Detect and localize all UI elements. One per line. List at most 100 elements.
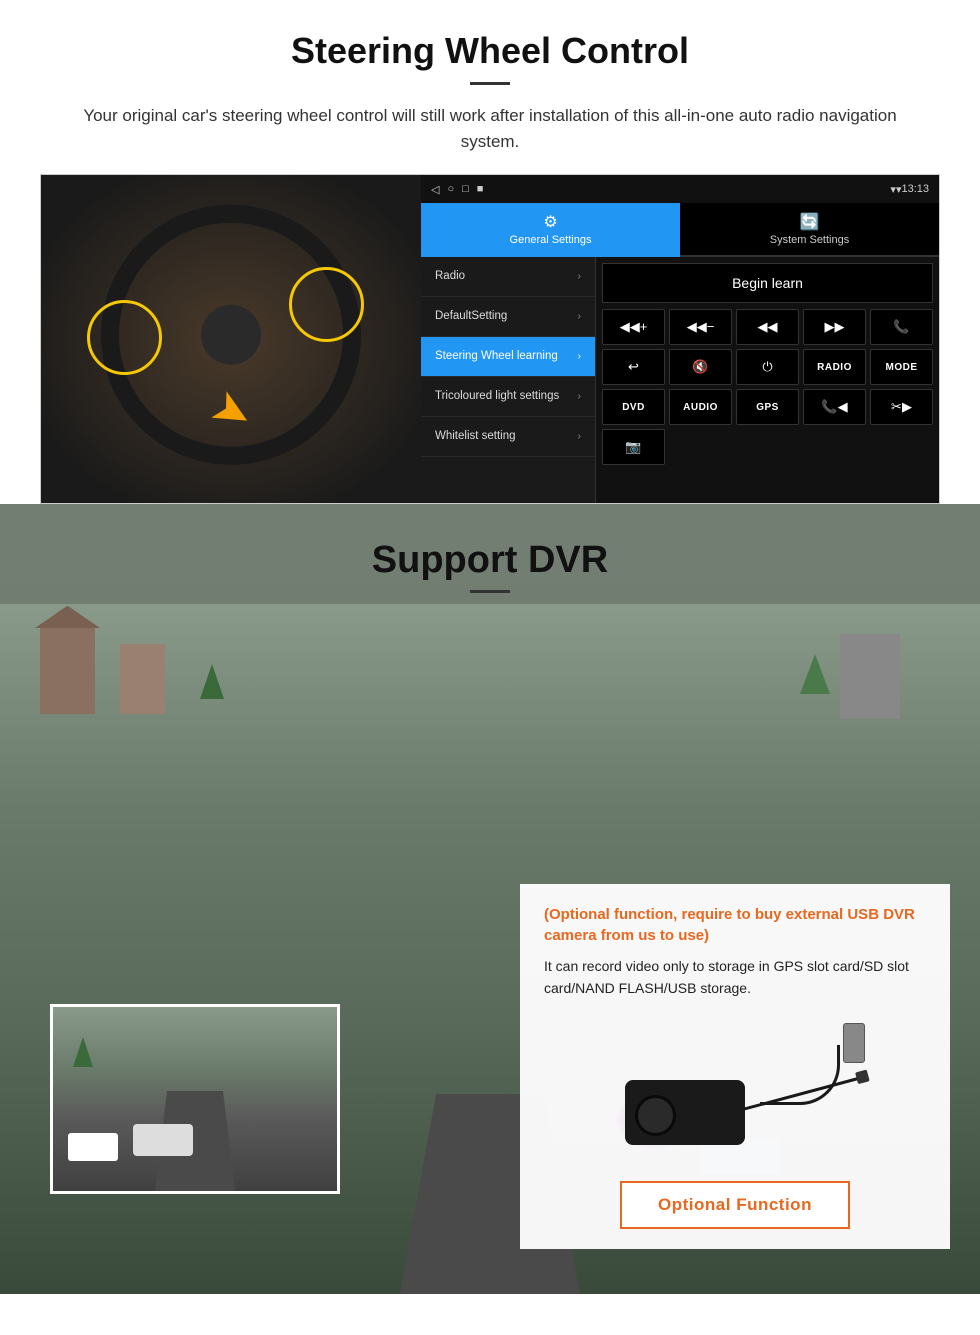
roof-1 <box>35 606 100 628</box>
tree-1 <box>200 664 224 699</box>
radio-label: RADIO <box>817 362 852 373</box>
tab-general-label: General Settings <box>510 234 592 246</box>
ctrl-audio[interactable]: AUDIO <box>669 389 732 425</box>
ctrl-phone[interactable]: 📞 <box>870 309 933 345</box>
steering-title: Steering Wheel Control <box>40 30 940 72</box>
dvr-camera-image <box>595 1015 875 1165</box>
thumb-tree <box>73 1037 93 1067</box>
menu-item-defaultsetting[interactable]: DefaultSetting › <box>421 297 595 337</box>
control-grid: ◀◀+ ◀◀− ◀◀ ▶▶ 📞 <box>602 309 933 465</box>
time-display: 13:13 <box>901 183 929 195</box>
optional-function-button[interactable]: Optional Function <box>620 1181 850 1229</box>
gear-icon: ⚙ <box>543 212 557 232</box>
dvr-description: It can record video only to storage in G… <box>544 956 926 999</box>
phone-next-icon: ✂▶ <box>891 399 912 415</box>
dvr-info-box: (Optional function, require to buy exter… <box>520 884 950 1249</box>
tree-2 <box>800 654 830 694</box>
dvr-title: Support DVR <box>0 539 980 582</box>
menu-radio-label: Radio <box>435 269 465 284</box>
scene-building-2 <box>120 644 165 714</box>
android-menu: Radio › DefaultSetting › Steering Wheel … <box>421 257 596 503</box>
phone-icon: 📞 <box>893 319 909 335</box>
tab-general-settings[interactable]: ⚙ General Settings <box>421 203 680 257</box>
ctrl-vol-up[interactable]: ◀◀+ <box>602 309 665 345</box>
cable-curve <box>760 1045 840 1105</box>
back-icon: ◁ <box>431 183 439 196</box>
tab-system-settings[interactable]: 🔄 System Settings <box>680 203 939 257</box>
dvr-section: Support DVR (Optional function, require … <box>0 504 980 1294</box>
steering-subtitle: Your original car's steering wheel contr… <box>80 103 900 154</box>
audio-label: AUDIO <box>683 402 718 413</box>
prev-icon: ◀◀ <box>758 319 778 335</box>
tab-system-label: System Settings <box>770 234 849 246</box>
menu-item-tricoloured[interactable]: Tricoloured light settings › <box>421 377 595 417</box>
mute-icon: 🔇 <box>692 359 708 375</box>
ctrl-radio[interactable]: RADIO <box>803 349 866 385</box>
vol-up-icon: ◀◀+ <box>620 319 648 335</box>
menu-tricoloured-label: Tricoloured light settings <box>435 389 559 404</box>
menu-steering-label: Steering Wheel learning <box>435 349 558 364</box>
chevron-icon-5: › <box>578 431 581 442</box>
button-highlight-right <box>289 267 364 342</box>
back-call-icon: ↩ <box>628 359 639 375</box>
android-tabs: ⚙ General Settings 🔄 System Settings <box>421 203 939 257</box>
usb-plug <box>843 1023 865 1063</box>
begin-learn-label: Begin learn <box>732 275 803 291</box>
ctrl-phone-next[interactable]: ✂▶ <box>870 389 933 425</box>
steering-bg: ➤ <box>41 175 421 504</box>
android-right-panel: Begin learn ◀◀+ ◀◀− ◀◀ ▶▶ <box>596 257 939 503</box>
menu-item-radio[interactable]: Radio › <box>421 257 595 297</box>
steering-ui-block: ➤ ◁ ○ □ ■ ▾ ▾ 13:13 ⚙ General <box>40 174 940 504</box>
ctrl-power[interactable]: ⏻ <box>736 349 799 385</box>
dvr-title-area: Support DVR <box>0 504 980 608</box>
next-icon: ▶▶ <box>825 319 845 335</box>
thumb-car-1 <box>68 1133 118 1161</box>
dvr-thumbnail <box>50 1004 340 1194</box>
ctrl-gps[interactable]: GPS <box>736 389 799 425</box>
camera-icon: 📷 <box>625 439 641 455</box>
ctrl-vol-down[interactable]: ◀◀− <box>669 309 732 345</box>
scene-building-1 <box>40 624 95 714</box>
android-panel: ◁ ○ □ ■ ▾ ▾ 13:13 ⚙ General Settings 🔄 S… <box>421 175 939 503</box>
chevron-icon-3: › <box>578 351 581 362</box>
dvr-optional-note: (Optional function, require to buy exter… <box>544 904 926 946</box>
chevron-icon: › <box>578 271 581 282</box>
button-highlight-left <box>87 300 162 375</box>
ctrl-camera[interactable]: 📷 <box>602 429 665 465</box>
menu-item-steering-learning[interactable]: Steering Wheel learning › <box>421 337 595 377</box>
dvr-thumb-scene <box>53 1007 337 1191</box>
ctrl-next[interactable]: ▶▶ <box>803 309 866 345</box>
gps-label: GPS <box>756 402 779 413</box>
recents-icon: □ <box>462 183 469 196</box>
ctrl-dvd[interactable]: DVD <box>602 389 665 425</box>
dvd-label: DVD <box>622 402 645 413</box>
home-icon: ○ <box>447 183 454 196</box>
menu-default-label: DefaultSetting <box>435 309 507 324</box>
menu-whitelist-label: Whitelist setting <box>435 429 516 444</box>
dvr-divider <box>470 590 510 593</box>
chevron-icon-2: › <box>578 311 581 322</box>
steering-section: Steering Wheel Control Your original car… <box>0 0 980 504</box>
android-statusbar: ◁ ○ □ ■ ▾ ▾ 13:13 <box>421 175 939 203</box>
menu-icon: ■ <box>477 183 484 196</box>
scene-building-3 <box>840 634 900 719</box>
ctrl-mode[interactable]: MODE <box>870 349 933 385</box>
ctrl-phone-prev[interactable]: 📞◀ <box>803 389 866 425</box>
ctrl-mute[interactable]: 🔇 <box>669 349 732 385</box>
steering-photo: ➤ <box>41 175 421 504</box>
statusbar-left-icons: ◁ ○ □ ■ <box>431 183 483 196</box>
vol-down-icon: ◀◀− <box>687 319 715 335</box>
menu-item-whitelist[interactable]: Whitelist setting › <box>421 417 595 457</box>
mode-label: MODE <box>886 362 918 373</box>
thumb-car-2 <box>133 1124 193 1156</box>
ctrl-back[interactable]: ↩ <box>602 349 665 385</box>
chevron-icon-4: › <box>578 391 581 402</box>
android-content: Radio › DefaultSetting › Steering Wheel … <box>421 257 939 503</box>
ctrl-prev[interactable]: ◀◀ <box>736 309 799 345</box>
system-icon: 🔄 <box>800 212 820 232</box>
phone-prev-icon: 📞◀ <box>821 399 847 415</box>
power-icon: ⏻ <box>762 359 772 375</box>
dvr-product-area <box>544 1015 926 1165</box>
title-divider <box>470 82 510 85</box>
begin-learn-bar[interactable]: Begin learn <box>602 263 933 303</box>
